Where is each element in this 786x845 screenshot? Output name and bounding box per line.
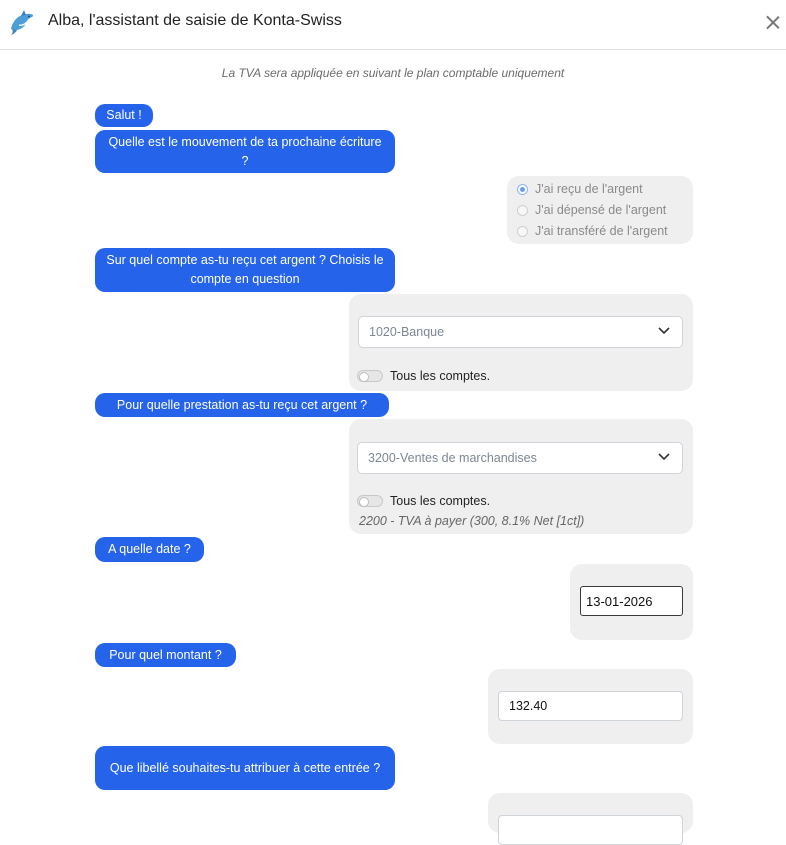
account-panel: 1020-Banque Tous les comptes. [349,294,693,391]
chat-bubble-service-question: Pour quelle prestation as-tu reçu cet ar… [95,393,389,417]
chevron-down-icon [658,327,670,335]
all-accounts-toggle[interactable] [357,495,383,507]
label-input[interactable] [498,815,683,845]
date-panel: 13-01-2026 [570,564,693,640]
chat-bubble-movement-question: Quelle est le mouvement de ta prochaine … [95,130,395,173]
chat-bubble-date-question: A quelle date ? [95,537,204,562]
radio-option-transferred[interactable]: J'ai transféré de l'argent [517,222,668,240]
account-select[interactable]: 1020-Banque [358,316,683,348]
radio-label: J'ai dépensé de l'argent [535,203,667,217]
radio-label: J'ai transféré de l'argent [535,224,668,238]
all-accounts-toggle-row[interactable]: Tous les comptes. [357,493,490,509]
toggle-label: Tous les comptes. [390,369,491,383]
chat-bubble-label-question: Que libellé souhaites-tu attribuer à cet… [95,746,395,790]
all-accounts-toggle[interactable] [357,370,383,382]
radio-option-received[interactable]: J'ai reçu de l'argent [517,180,643,198]
amount-input[interactable]: 132.40 [498,691,683,721]
toggle-label: Tous les comptes. [390,494,491,508]
label-panel [488,793,693,845]
radio-option-spent[interactable]: J'ai dépensé de l'argent [517,201,666,219]
vat-account-note: 2200 - TVA à payer (300, 8.1% Net [1ct]) [359,514,585,528]
dialog-header: Alba, l'assistant de saisie de Konta-Swi… [0,0,786,50]
service-select[interactable]: 3200-Ventes de marchandises [357,442,683,474]
chevron-down-icon [658,453,670,461]
movement-options-panel: J'ai reçu de l'argent J'ai dépensé de l'… [507,176,693,244]
radio-label: J'ai reçu de l'argent [535,182,643,196]
chat-bubble-greeting: Salut ! [95,104,153,127]
service-panel: 3200-Ventes de marchandises Tous les com… [349,419,693,534]
account-select-value: 1020-Banque [369,325,445,339]
vat-notice: La TVA sera appliquée en suivant le plan… [221,66,565,80]
radio-button[interactable] [517,225,528,237]
radio-button[interactable] [517,183,528,195]
dialog-title: Alba, l'assistant de saisie de Konta-Swi… [48,12,342,29]
chat-bubble-amount-question: Pour quel montant ? [95,643,236,667]
close-icon[interactable] [764,13,782,31]
all-accounts-toggle-row[interactable]: Tous les comptes. [357,368,490,384]
amount-panel: 132.40 [488,669,693,744]
service-select-value: 3200-Ventes de marchandises [368,451,537,465]
chat-bubble-account-question: Sur quel compte as-tu reçu cet argent ? … [95,248,395,292]
date-input[interactable]: 13-01-2026 [580,586,683,616]
dolphin-icon [11,10,34,35]
radio-button[interactable] [517,204,528,216]
